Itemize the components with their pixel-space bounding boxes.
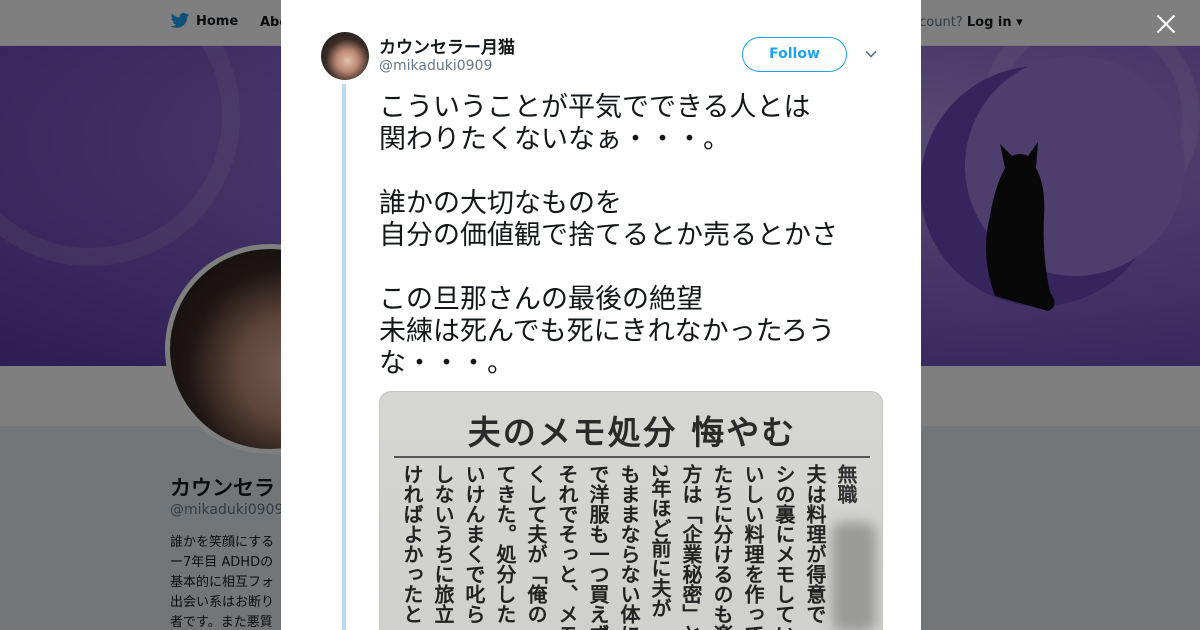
clipping-column: 2年ほど前に夫が (648, 464, 672, 618)
author-name[interactable]: カウンセラー月猫 (379, 33, 515, 58)
tweet-modal: カウンセラー月猫 @mikaduki0909 Follow こういうことが平気で… (281, 0, 921, 630)
clipping-column: いけんまくで叱ら (462, 464, 486, 624)
clipping-rule (394, 456, 870, 458)
clipping-columns: 無職 夫は料理が得意で シの裏にメモしてい いしい料理を作って たちに分けるのも楽 方は「… (390, 464, 860, 630)
thread-line (342, 84, 346, 630)
clipping-column: シの裏にメモしてい (772, 464, 796, 630)
clipping-column: くして夫が「俺の (524, 464, 548, 624)
clipping-column: しないうちに旅立 (431, 464, 455, 624)
author-avatar[interactable] (321, 32, 369, 80)
clipping-column: たちに分けるのも楽 (710, 464, 734, 630)
tweet-image-newspaper-clipping[interactable]: 夫のメモ処分 悔やむ 無職 夫は料理が得意で シの裏にメモしてい いしい料理を作ってた… (379, 391, 883, 630)
clipping-headline: 夫のメモ処分 悔やむ (467, 413, 797, 452)
tweet-text: こういうことが平気でできる人とは 関わりたくないなぁ・・・。 誰かの大切なものを… (379, 92, 838, 379)
clipping-column: もままならない体に (617, 464, 641, 630)
clipping-column: それでそっと、メモ (555, 464, 579, 630)
follow-button[interactable]: Follow (742, 37, 847, 72)
close-icon[interactable] (1152, 10, 1180, 38)
blurred-name (832, 522, 876, 630)
clipping-column: 方は「企業秘密」と (679, 464, 703, 630)
clipping-column: ければよかったと (400, 464, 424, 624)
author-handle[interactable]: @mikaduki0909 (379, 58, 492, 74)
chevron-down-icon[interactable] (863, 46, 879, 62)
clipping-column: で洋服も一つ買えず (586, 464, 610, 630)
clipping-column: てきた。処分した (493, 464, 517, 624)
clipping-column: 夫は料理が得意で (803, 464, 827, 624)
clipping-column: いしい料理を作って (741, 464, 765, 630)
